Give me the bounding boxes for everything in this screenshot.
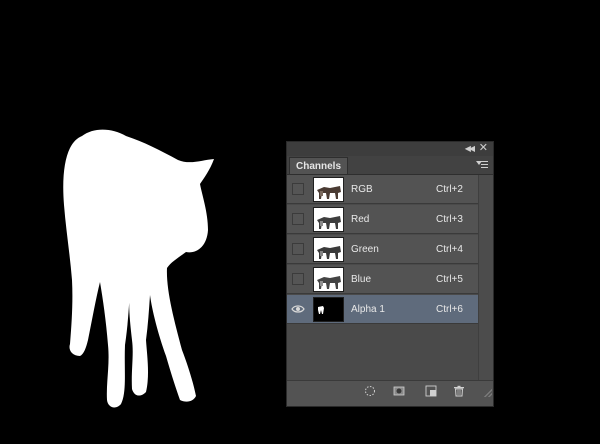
collapse-icon[interactable]: ◀◀: [465, 143, 475, 155]
channel-shortcut: Ctrl+2: [436, 184, 463, 195]
panel-titlebar[interactable]: ◀◀ ✕: [287, 142, 493, 156]
channel-shortcut: Ctrl+3: [436, 214, 463, 225]
panel-tabbar: Channels: [287, 156, 493, 175]
channel-row-red[interactable]: Red Ctrl+3: [287, 205, 478, 234]
channel-thumbnail: [313, 177, 344, 202]
alpha-mask-silhouette: [63, 129, 214, 408]
channel-thumbnail: [313, 267, 344, 292]
channels-panel: ◀◀ ✕ Channels RGB Ctrl+2 Red Ctrl+3 Gree…: [286, 141, 494, 407]
channel-thumbnail: [313, 207, 344, 232]
channel-row-alpha-1[interactable]: Alpha 1 Ctrl+6: [287, 295, 478, 324]
channel-shortcut: Ctrl+6: [436, 304, 463, 315]
channel-thumbnail: [313, 297, 344, 322]
channel-name: Red: [351, 214, 370, 225]
resize-grip-icon[interactable]: [484, 389, 492, 397]
channel-shortcut: Ctrl+4: [436, 244, 463, 255]
channel-name: RGB: [351, 184, 373, 195]
channel-thumbnail: [313, 237, 344, 262]
tab-channels[interactable]: Channels: [289, 157, 349, 174]
panel-menu-icon[interactable]: [476, 160, 488, 169]
channel-row-green[interactable]: Green Ctrl+4: [287, 235, 478, 264]
close-icon[interactable]: ✕: [479, 142, 488, 155]
panel-bottom-toolbar: [287, 380, 493, 398]
channel-row-blue[interactable]: Blue Ctrl+5: [287, 265, 478, 294]
new-channel-icon[interactable]: [425, 384, 437, 397]
visibility-toggle[interactable]: [292, 243, 304, 255]
eye-icon[interactable]: [291, 303, 305, 315]
visibility-toggle[interactable]: [292, 273, 304, 285]
load-selection-icon[interactable]: [364, 384, 376, 396]
channel-list: RGB Ctrl+2 Red Ctrl+3 Green Ctrl+4 Blue: [287, 175, 478, 380]
channel-name: Alpha 1: [351, 304, 385, 315]
channel-row-rgb[interactable]: RGB Ctrl+2: [287, 175, 478, 204]
visibility-toggle[interactable]: [292, 213, 304, 225]
trash-icon[interactable]: [453, 384, 465, 397]
save-selection-icon[interactable]: [393, 384, 405, 396]
channel-shortcut: Ctrl+5: [436, 274, 463, 285]
scrollbar[interactable]: [478, 175, 493, 380]
channel-name: Green: [351, 244, 379, 255]
channel-name: Blue: [351, 274, 372, 285]
visibility-toggle[interactable]: [292, 183, 304, 195]
